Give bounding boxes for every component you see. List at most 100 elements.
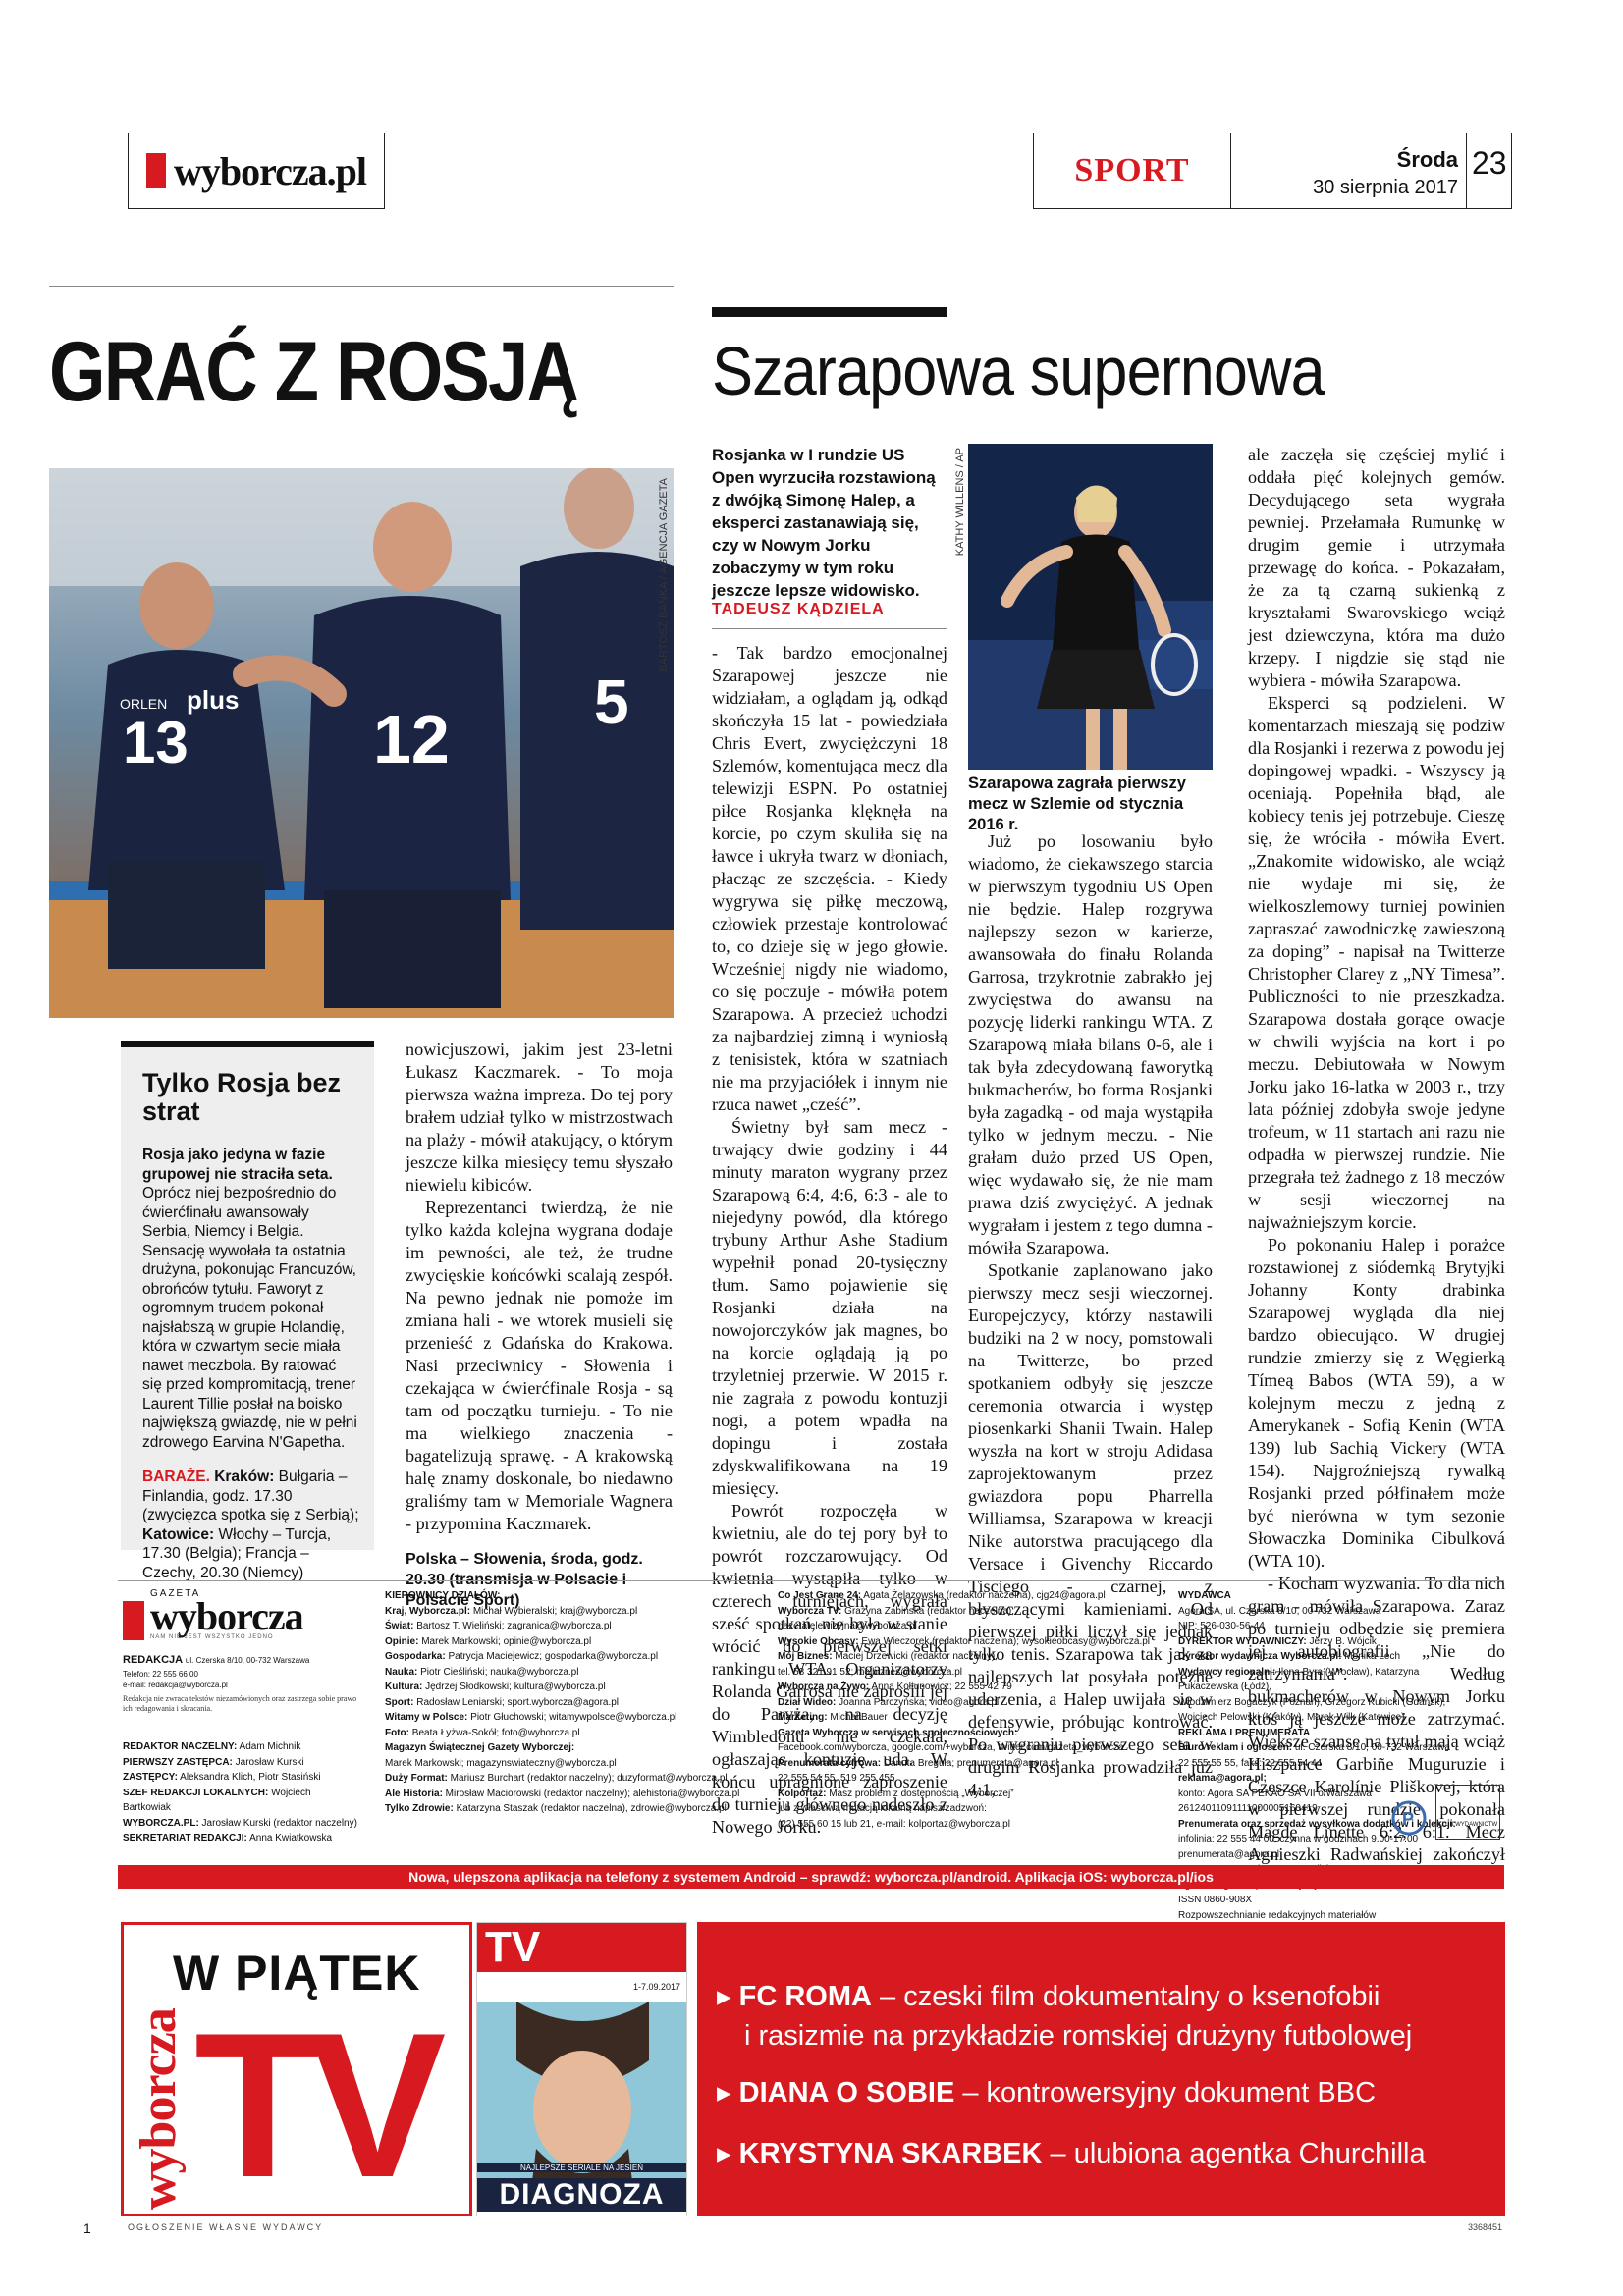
staff-name: Grażyna Zabińska (redaktor naczelna); xyxy=(841,1605,1015,1617)
staff-line: Wydawcy regionalni: Ilona Byra (Wrocław)… xyxy=(1178,1665,1463,1695)
staff-role: Kraj, Wyborcza.pl: xyxy=(385,1605,471,1617)
article2-paragraph: Już po losowaniu było wiadomo, że ciekaw… xyxy=(968,831,1213,1257)
ad-item: ▸ DIANA O SOBIE – kontrowersyjny dokumen… xyxy=(717,2077,1377,2109)
staff-role: Ale Historia: xyxy=(385,1788,443,1799)
section-label: SPORT xyxy=(1034,133,1231,208)
staff-role: WYBORCZA.PL: xyxy=(123,1817,199,1829)
ad-footnote: OGŁOSZENIE WŁASNE WYDAWCY xyxy=(128,2222,324,2232)
ad-item-bold: FC ROMA xyxy=(738,1981,872,2012)
ad-item-text: – kontrowersyjny dokument BBC xyxy=(954,2077,1377,2109)
staff-name: Ewa Wieczorek (redaktor naczelna); wysok… xyxy=(858,1635,1151,1647)
staff-role: DYREKTOR WYDAWNICZY: xyxy=(1178,1635,1307,1647)
section-header: SPORT Środa 30 sierpnia 2017 23 xyxy=(1033,133,1512,209)
schedule-city2: Katowice: xyxy=(142,1525,215,1543)
ad-item-bold: DIANA O SOBIE xyxy=(738,2077,955,2109)
club-badge: KLUB WYDAWNICTW xyxy=(1435,1785,1500,1840)
staff-role: Nauka: xyxy=(385,1666,418,1678)
staff-line: Świat: Bartosz T. Wieliński; zagranica@w… xyxy=(385,1619,758,1634)
staff-name: Anna Kołtunowicz; 22 555 42 79 xyxy=(869,1682,1012,1692)
staff-name: 22 555 54 55, 519 255 455 xyxy=(778,1773,895,1784)
staff-name: Wojciech Pelowski (Kraków), Marek Wilk (… xyxy=(1178,1712,1405,1723)
staff-name: lub z właściwą mutacją lokalną napisz/za… xyxy=(778,1803,987,1814)
staff-line: Duży Format: Mariusz Burchart (redaktor … xyxy=(385,1771,758,1787)
staff-role: Mój Biznes: xyxy=(778,1651,833,1662)
staff-role: ZASTĘPCY: xyxy=(123,1772,178,1783)
app-promo-bar[interactable]: Nowa, ulepszona aplikacja na telefony z … xyxy=(118,1865,1504,1889)
staff-name: Monika Lech xyxy=(1341,1651,1401,1662)
info-box-title: Tylko Rosja bez strat xyxy=(142,1068,342,1126)
staff-line: Marek Markowski; magazynswiateczny@wybor… xyxy=(385,1756,758,1772)
staff-line: lub z właściwą mutacją lokalną napisz/za… xyxy=(778,1801,1151,1817)
cover-small-text: NAJLEPSZE SERIALE NA JESIEŃ xyxy=(477,2163,686,2172)
staff-role: SEKRETARIAT REDAKCJI: xyxy=(123,1833,247,1843)
cover-tv-label: TV xyxy=(477,1923,686,1972)
article2-paragraph: ale zaczęła się częściej mylić i oddała … xyxy=(1248,445,1505,690)
staff-line: SEKRETARIAT REDAKCJI: Anna Kwiatkowska xyxy=(123,1831,358,1846)
page-mark: 1 xyxy=(83,2220,91,2236)
staff-line: Dyrektor wydawnicza Wyborcza.pl: Monika … xyxy=(1178,1649,1463,1665)
redakcja-address: ul. Czerska 8/10, 00-732 Warszawa xyxy=(185,1656,310,1665)
photo-credit: BARTOSZ BAŃKA / AGENCJA GAZETA xyxy=(658,478,670,672)
staff-name: Facebook.com/wyborcza, google.com/+wybor… xyxy=(778,1742,1124,1753)
staff-name: prenumerata@agora.pl xyxy=(1178,1848,1279,1860)
header-divider xyxy=(1466,133,1467,208)
staff-role: WYDAWCA xyxy=(1178,1590,1231,1601)
photo-credit: KATHY WILLENS / AP xyxy=(954,448,966,557)
staff-role: Tylko Zdrowie: xyxy=(385,1803,454,1814)
staff-name: Michał Wybieralski; kraj@wyborcza.pl xyxy=(470,1605,638,1617)
staff-role: Foto: xyxy=(385,1727,409,1738)
staff-name: Włodzimierz Bogaczyk (Poznań), Grzegorz … xyxy=(1178,1696,1446,1708)
cover-date: 1-7.09.2017 xyxy=(632,1982,680,1992)
staff-name: Jarosław Kurski xyxy=(232,1756,304,1768)
staff-line: WYBORCZA.PL: Jarosław Kurski (redaktor n… xyxy=(123,1816,358,1832)
divider xyxy=(49,286,674,287)
article1-paragraph: Reprezentanci twierdzą, że nie tylko każ… xyxy=(406,1198,673,1533)
sharapova-photo xyxy=(968,444,1213,770)
staff-role: Opinie: xyxy=(385,1635,419,1647)
tv-ad-logo-box[interactable]: W PIĄTEK wyborcza TV xyxy=(121,1922,472,2216)
magazine-cover[interactable]: TV 1-7.09.2017 NAJLEPSZE SERIALE NA JESI… xyxy=(476,1922,687,2216)
staff-role: Co Jest Grane 24: xyxy=(778,1590,862,1601)
staff-line: Co Jest Grane 24: Agata Żelazowska (reda… xyxy=(778,1588,1151,1604)
departments-title: KIEROWNICY DZIAŁÓW: xyxy=(385,1590,501,1601)
staff-line: Agora SA, ul. Czerska 8/10, 00-732 Warsz… xyxy=(1178,1604,1463,1620)
staff-line: prenumerata@agora.pl xyxy=(1178,1847,1463,1863)
staff-name: Marek Markowski; magazynswiateczny@wybor… xyxy=(385,1757,617,1769)
cover-headline: DIAGNOZA xyxy=(477,2178,686,2212)
page-number: 23 xyxy=(1472,145,1507,181)
staff-line: Ale Historia: Mirosław Maciorowski (reda… xyxy=(385,1787,758,1802)
staff-role: REKLAMA I PRENUMERATA xyxy=(1178,1727,1311,1738)
wyborcza-logo[interactable]: wyborcza.pl xyxy=(128,133,385,209)
staff-name: Agora SA, ul. Czerska 8/10, 00-732 Warsz… xyxy=(1178,1605,1381,1617)
tv-ad-listing[interactable]: ▸ FC ROMA – czeski film dokumentalny o k… xyxy=(697,1922,1505,2216)
staff-line: Wysokie Obcasy: Ewa Wieczorek (redaktor … xyxy=(778,1634,1151,1650)
staff-role: Wyborcza na Żywo: xyxy=(778,1682,870,1692)
staff-line: ZASTĘPCY: Aleksandra Klich, Piotr Stasiń… xyxy=(123,1770,358,1786)
logo-text: wyborcza.pl xyxy=(174,148,367,193)
staff-line: REDAKTOR NACZELNY: Adam Michnik xyxy=(123,1739,358,1755)
volleyball-photo: 13 plus ORLEN 12 5 BARTOSZ BAŃKA / AGENC… xyxy=(49,468,674,1018)
staff-name: Mirosław Maciorowski (redaktor naczelny)… xyxy=(442,1788,740,1799)
staff-name: Patrycja Maciejewicz; gospodarka@wyborcz… xyxy=(445,1651,659,1662)
staff-line: Kraj, Wyborcza.pl: Michał Wybieralski; k… xyxy=(385,1604,758,1620)
info-box-body: Oprócz niej bezpośrednio do ćwierćfinału… xyxy=(142,1185,357,1451)
article2-paragraph: - Tak bardzo emocjonalnej Szarapowej jes… xyxy=(712,643,947,1114)
staff-role: Sport: xyxy=(385,1696,414,1708)
staff-name: Jędrzej Słodkowski; kultura@wyborcza.pl xyxy=(422,1682,606,1692)
info-box-lead: Rosja jako jedyna w fazie grupowej nie s… xyxy=(142,1147,333,1183)
headline-accent-bar xyxy=(712,307,947,317)
ad-brand-tv: TV xyxy=(194,1990,446,2220)
svg-text:P: P xyxy=(1402,1809,1414,1829)
issue-day: Środa xyxy=(1396,147,1458,172)
staff-line: Kolportaż: Masz problem z dostępnością „… xyxy=(778,1787,1151,1802)
staff-role: Wyborcza TV: xyxy=(778,1605,842,1617)
footer-departments: KIEROWNICY DZIAŁÓW: Kraj, Wyborcza.pl: M… xyxy=(385,1588,758,1817)
ad-brand-vertical: wyborcza xyxy=(131,2008,187,2210)
staff-line: Tylko Zdrowie: Katarzyna Staszak (redakt… xyxy=(385,1801,758,1817)
staff-name: Joanna Parczyńska; video@agora.pl xyxy=(836,1696,1000,1708)
schedule-city1: Kraków: xyxy=(214,1468,275,1485)
staff-name: konto: Agora SA PEKAO SA VII o/Warszawa xyxy=(1178,1788,1372,1799)
svg-text:plus: plus xyxy=(187,685,239,715)
staff-line: REKLAMA I PRENUMERATA xyxy=(1178,1726,1463,1741)
redakcja-phone: Telefon: 22 555 66 00 xyxy=(123,1669,198,1679)
